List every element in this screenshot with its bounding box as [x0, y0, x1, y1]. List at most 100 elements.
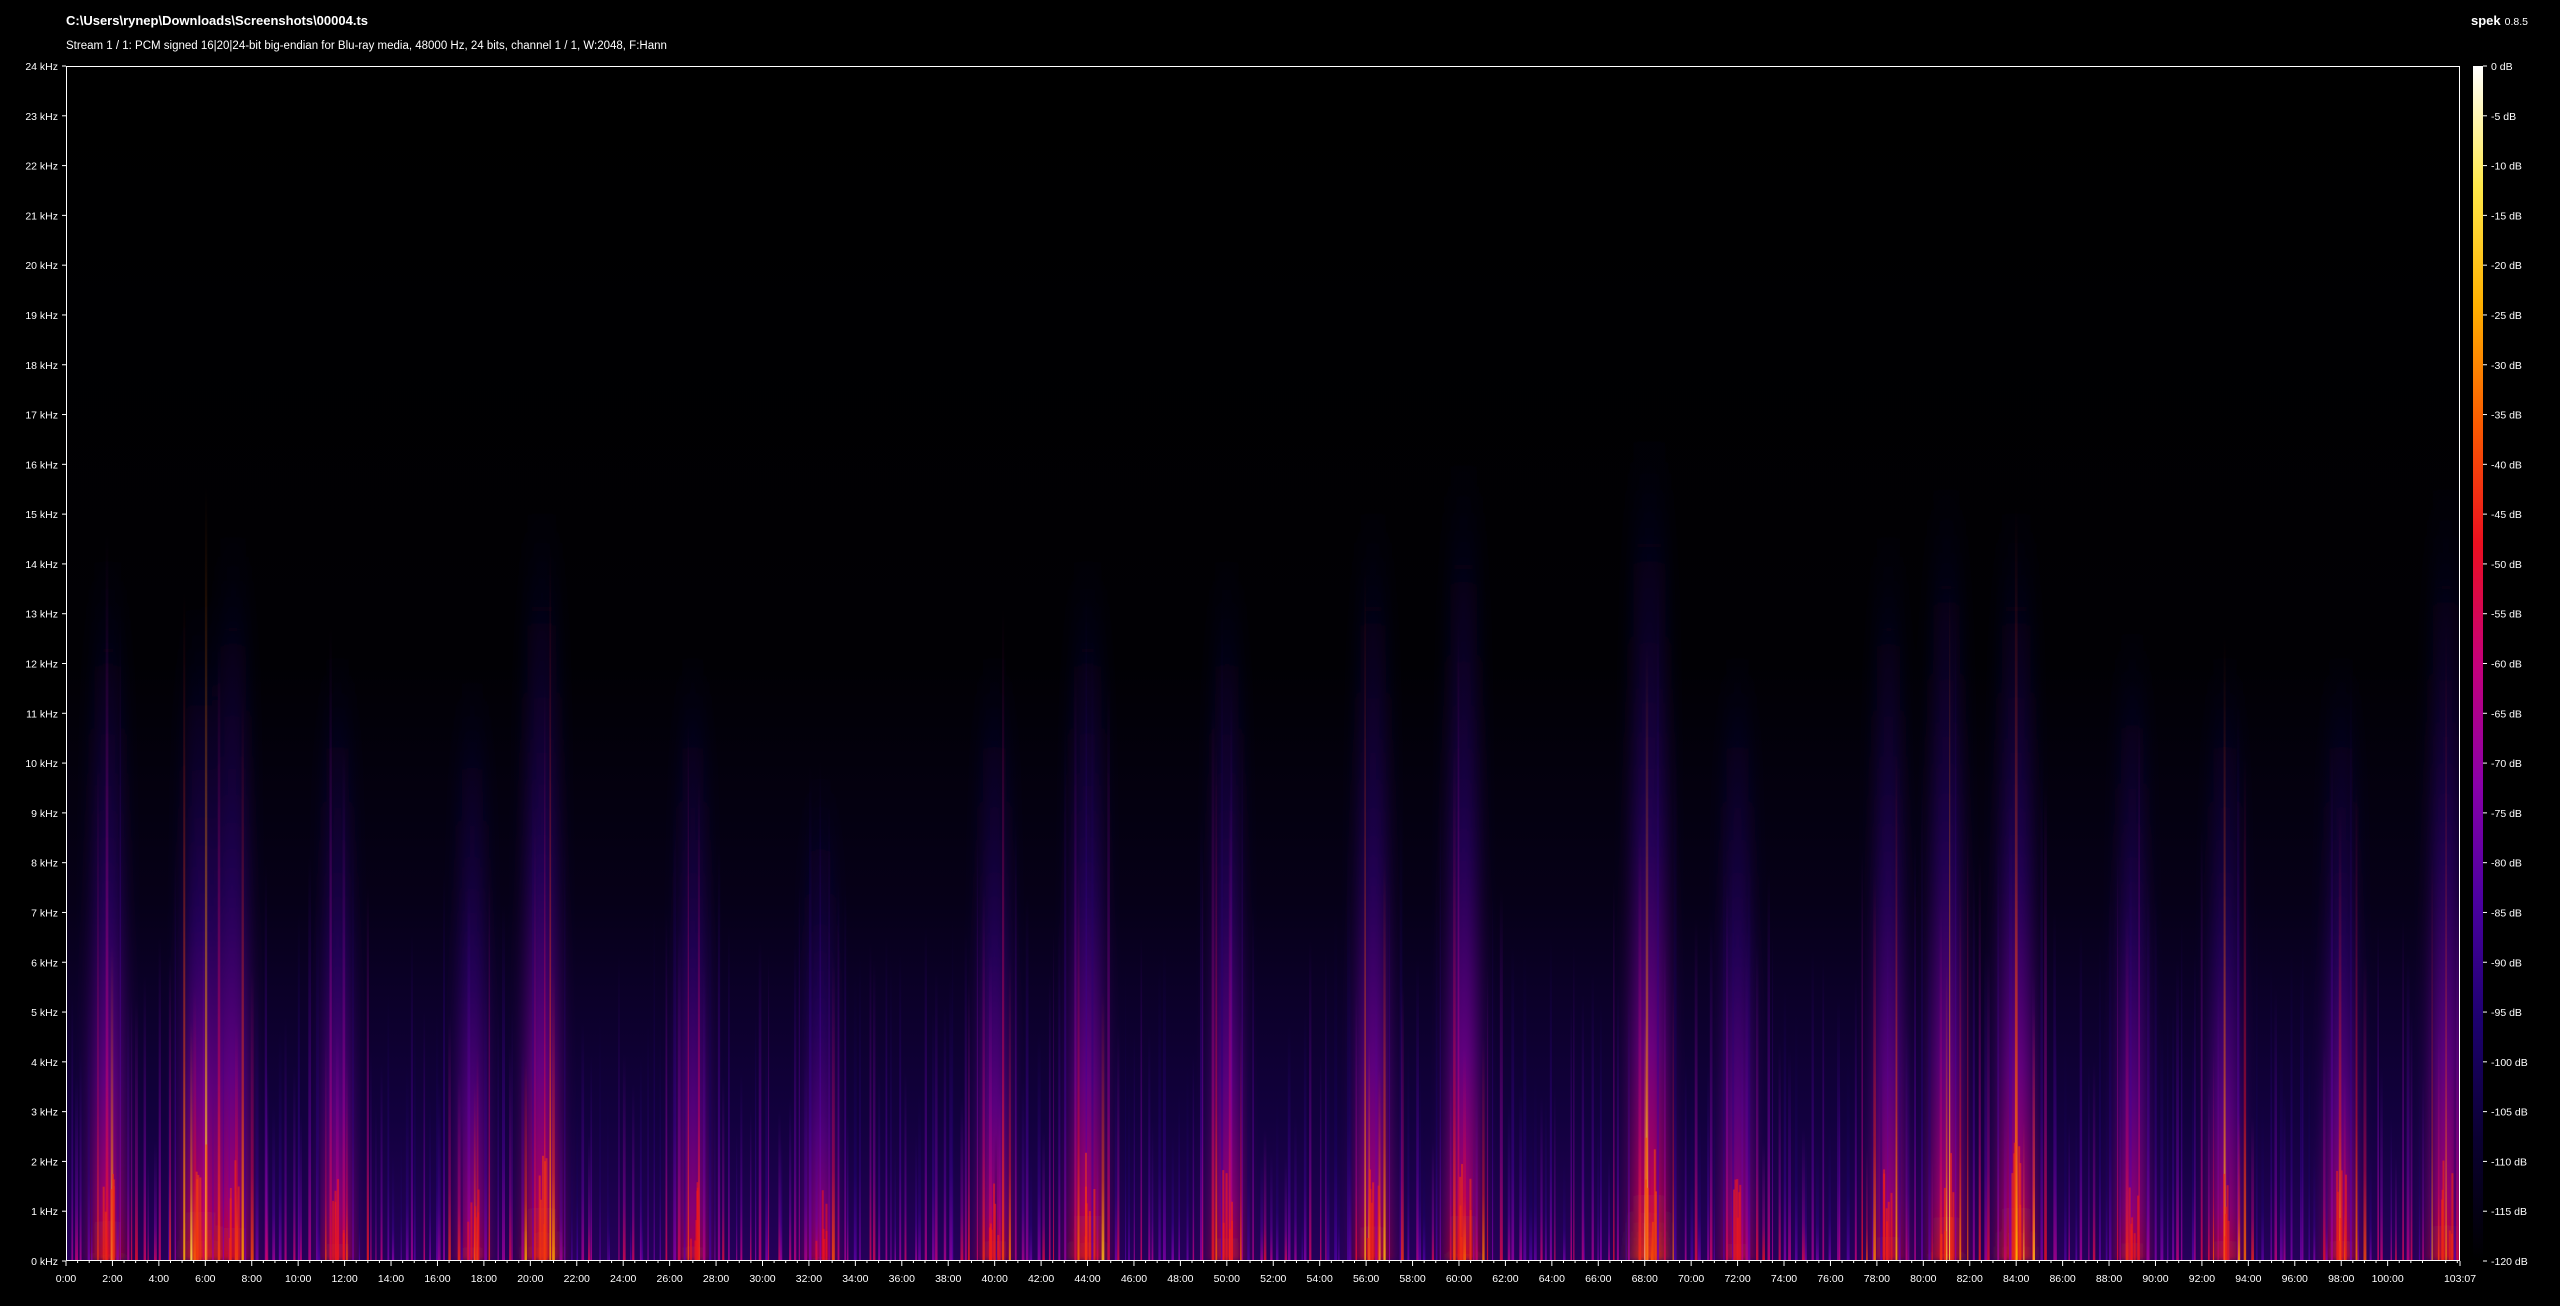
- spectrum-stripe: [1418, 1058, 1422, 1261]
- time-tick-label: 62:00: [1492, 1273, 1518, 1285]
- hot-band: [1459, 1176, 1462, 1261]
- spectrum-stripe: [1967, 822, 1969, 1261]
- spectrum-stripe: [976, 831, 978, 1261]
- spectrum-stripe: [859, 955, 861, 1261]
- spectrum-stripe: [1762, 1142, 1765, 1261]
- spectrum-stripe: [143, 975, 147, 1261]
- spectrum-stripe: [1741, 1025, 1744, 1261]
- hot-band: [2441, 1199, 2444, 1261]
- spectrum-stripe: [1492, 887, 1494, 1261]
- hot-band: [1088, 1211, 1091, 1261]
- time-tick-label: 86:00: [2049, 1273, 2075, 1285]
- spectrum-stripe: [1928, 891, 1931, 1261]
- spectrum-stripe: [2349, 662, 2352, 1261]
- spectrum-stripe: [2357, 1147, 2359, 1261]
- spectrum-stripe: [2040, 746, 2043, 1261]
- spectrum-stripe: [1690, 1007, 1694, 1261]
- spectrum-stripe: [1788, 1050, 1791, 1261]
- spectrum-stripe: [1945, 963, 1948, 1261]
- spectrum-stripe: [524, 1058, 527, 1261]
- spectrum-stripe: [659, 1009, 661, 1261]
- colorbar-tick-label: -20 dB: [2491, 260, 2522, 272]
- spectrum-stripe: [1431, 1141, 1435, 1261]
- spectrum-stripe: [1554, 1087, 1556, 1261]
- spectrum-stripe: [1252, 905, 1254, 1261]
- time-axis: 0:00 2:00 4:00 6:00 8:00 10:00 12:00 14:00 16:00…: [56, 1261, 2476, 1285]
- spectrum-stripe: [1529, 1075, 1533, 1261]
- time-tick-label: 16:00: [424, 1273, 450, 1285]
- spectrum-stripe: [153, 1140, 157, 1261]
- spectrum-stripe: [714, 1086, 716, 1261]
- spectrum-stripe: [918, 1093, 921, 1261]
- hot-band: [543, 1224, 546, 1261]
- spectrum-stripe: [1453, 747, 1456, 1261]
- hot-band: [988, 1227, 991, 1261]
- spectrum-stripe: [2274, 988, 2278, 1261]
- spectrum-stripe: [894, 1146, 896, 1261]
- spectrum-stripe: [1074, 664, 1077, 1261]
- frequency-tick-label: 5 kHz: [31, 1007, 58, 1019]
- hot-band: [1890, 1192, 1893, 1261]
- hot-band: [1651, 1221, 1654, 1261]
- spectrum-stripe: [2422, 1074, 2424, 1261]
- spectrum-stripe: [1987, 951, 1990, 1261]
- spectrum-stripe: [1133, 1031, 1135, 1261]
- spectrum-stripe: [1725, 880, 1729, 1261]
- hot-band: [694, 1240, 697, 1261]
- spectrum-stripe: [437, 1079, 441, 1261]
- spectrum-stripe: [1309, 940, 1312, 1261]
- hot-band: [1367, 1237, 1370, 1261]
- spectrum-stripe: [789, 1098, 792, 1261]
- hot-band: [2337, 1240, 2340, 1261]
- spectrum-stripe: [2313, 1145, 2316, 1261]
- spectrum-stripe: [1319, 1055, 1322, 1261]
- spectrum-stripe: [2308, 1001, 2310, 1261]
- colorbar-tick-label: -95 dB: [2491, 1007, 2522, 1019]
- hot-band: [815, 1240, 818, 1261]
- spectrum-stripe: [2390, 1117, 2392, 1261]
- spectrum-stripe: [1463, 1046, 1466, 1261]
- spectrum-stripe: [2003, 1102, 2007, 1261]
- frequency-tick-label: 18 kHz: [25, 360, 58, 372]
- frequency-axis: 0 kHz 1 kHz 2 kHz 3 kHz 4 kHz 5 kHz 6 kHz 7 kHz…: [25, 61, 66, 1268]
- spectrum-stripe: [2283, 1092, 2286, 1261]
- spectrum-stripe: [2105, 1029, 2108, 1261]
- spectrum-stripe: [798, 879, 800, 1261]
- spectrum-stripe: [169, 956, 172, 1261]
- spectrum-stripe: [484, 966, 487, 1261]
- spectrum-stripe: [949, 977, 953, 1261]
- spectrum-stripe: [1861, 850, 1864, 1261]
- spectrum-stripe: [2270, 962, 2272, 1261]
- spectrum-stripe: [1473, 1122, 1475, 1261]
- spectrum-stripe: [872, 959, 876, 1261]
- spectrum-stripe: [808, 764, 812, 1261]
- spectrum-stripe: [2290, 949, 2293, 1261]
- spectrum-stripe: [2380, 1068, 2383, 1261]
- hot-band: [2223, 1173, 2226, 1261]
- colorbar-tick-label: -45 dB: [2491, 509, 2522, 521]
- spectrum-stripe: [272, 1104, 276, 1261]
- spectrum-stripe: [1117, 1026, 1120, 1261]
- spectrum-stripe: [607, 1087, 609, 1261]
- spectrum-stripe: [1021, 1080, 1025, 1261]
- spectrum-stripe: [2279, 1048, 2283, 1261]
- spectrum-stripe: [2176, 959, 2179, 1261]
- spectrum-stripe: [1263, 1129, 1267, 1261]
- frequency-tick-label: 15 kHz: [25, 509, 58, 521]
- spectrum-stripe: [2300, 965, 2303, 1261]
- spectrum-stripe: [2068, 1117, 2070, 1261]
- spectrum-stripe: [250, 970, 254, 1261]
- hot-band: [2225, 1206, 2228, 1261]
- spectrum-stripe: [831, 956, 835, 1261]
- time-tick-label: 18:00: [471, 1273, 497, 1285]
- spectrum-stripe: [448, 1016, 451, 1261]
- spectrum-stripe: [1756, 944, 1759, 1261]
- spectrum-stripe: [2445, 621, 2447, 1261]
- colorbar-tick-label: -60 dB: [2491, 659, 2522, 671]
- spectrum-stripe: [2191, 1007, 2195, 1261]
- frequency-tick-label: 21 kHz: [25, 210, 58, 222]
- spectrum-stripe: [1114, 1045, 1118, 1261]
- spectrum-stripe: [1839, 1083, 1841, 1261]
- spectrum-stripe: [1801, 1128, 1805, 1261]
- spectrum-stripe: [1163, 947, 1166, 1261]
